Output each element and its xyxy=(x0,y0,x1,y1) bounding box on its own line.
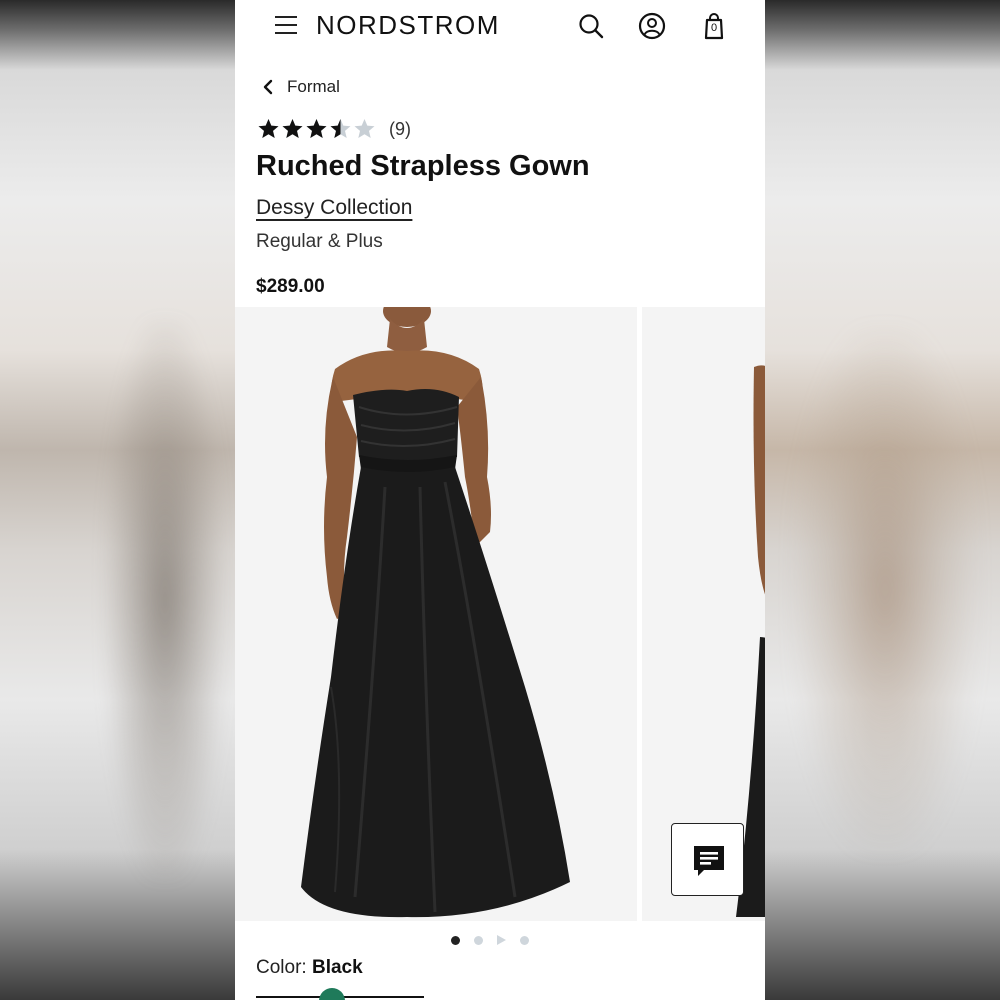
chevron-left-icon xyxy=(263,79,273,95)
account-icon[interactable] xyxy=(637,11,667,41)
star-icon xyxy=(329,118,352,140)
shopping-bag-icon[interactable]: 0 xyxy=(699,11,729,41)
color-selection-label: Color: Black xyxy=(256,957,363,979)
top-nav-bar: NORDSTROM 0 xyxy=(235,0,765,52)
product-price: $289.00 xyxy=(256,276,325,297)
bag-count-badge: 0 xyxy=(710,22,718,34)
review-count: (9) xyxy=(389,118,411,139)
color-swatch-green[interactable] xyxy=(319,988,345,1000)
hamburger-menu-icon[interactable] xyxy=(275,16,297,34)
selected-color-name: Black xyxy=(311,957,363,978)
carousel-dot-4[interactable] xyxy=(520,935,529,945)
blurred-background-right xyxy=(765,0,1000,1000)
chat-button[interactable] xyxy=(671,823,744,896)
product-page: NORDSTROM 0 Formal (9) Ruched Strapless … xyxy=(235,0,765,1000)
carousel-video-play-icon[interactable] xyxy=(497,935,506,945)
star-rating[interactable]: (9) xyxy=(257,118,411,140)
nordstrom-logo[interactable]: NORDSTROM xyxy=(316,10,500,41)
breadcrumb-label: Formal xyxy=(287,77,340,96)
size-range-text: Regular & Plus xyxy=(256,231,383,252)
rating-stars xyxy=(257,118,377,140)
gown-photo xyxy=(235,307,637,921)
carousel-dot-1[interactable] xyxy=(451,935,460,945)
star-icon xyxy=(305,118,328,140)
product-title: Ruched Strapless Gown xyxy=(256,150,590,182)
star-icon xyxy=(257,118,280,140)
product-image-main[interactable] xyxy=(235,307,637,921)
carousel-dot-2[interactable] xyxy=(474,935,483,945)
star-icon xyxy=(353,118,376,140)
carousel-pagination xyxy=(451,934,543,946)
search-icon[interactable] xyxy=(576,11,606,41)
star-icon xyxy=(281,118,304,140)
blurred-background-left xyxy=(0,0,235,1000)
brand-link[interactable]: Dessy Collection xyxy=(256,196,412,220)
breadcrumb-back-link[interactable]: Formal xyxy=(261,76,340,98)
color-label-prefix: Color: xyxy=(256,957,307,978)
chat-bubble-icon xyxy=(694,846,724,876)
